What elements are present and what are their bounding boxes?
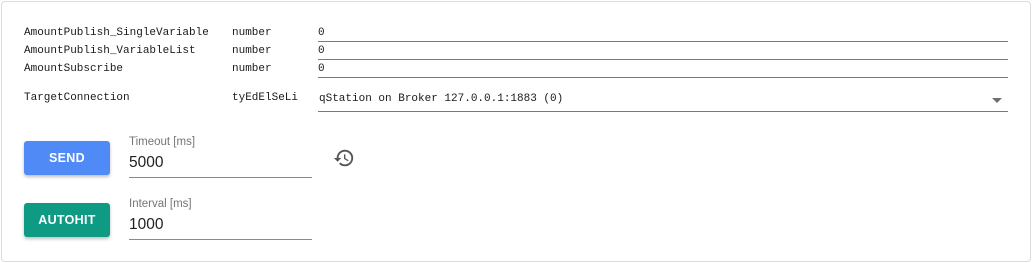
timeout-field[interactable]: Timeout [ms] 5000 xyxy=(129,136,312,178)
param-value-text: 0 xyxy=(318,45,325,57)
param-name: AmountPublish_SingleVariable xyxy=(24,27,209,39)
param-type: number xyxy=(232,63,272,75)
param-value-input[interactable]: 0 xyxy=(318,27,1008,42)
param-name: AmountSubscribe xyxy=(24,63,124,75)
timeout-input[interactable]: 5000 xyxy=(129,154,312,177)
dropdown-arrow-icon[interactable] xyxy=(992,98,1002,103)
param-value-text: 0 xyxy=(318,27,325,39)
interval-field[interactable]: Interval [ms] 1000 xyxy=(129,198,312,240)
param-value-input[interactable]: 0 xyxy=(318,63,1008,78)
param-value-input[interactable]: 0 xyxy=(318,45,1008,60)
timeout-label: Timeout [ms] xyxy=(129,136,196,148)
autohit-button[interactable]: AUTOHIT xyxy=(24,203,110,237)
send-button[interactable]: SEND xyxy=(24,141,110,175)
target-connection-value: qStation on Broker 127.0.0.1:1883 (0) xyxy=(319,93,564,105)
param-type: number xyxy=(232,45,272,57)
parameter-panel: AmountPublish_SingleVariable number 0 Am… xyxy=(1,1,1031,262)
param-type: number xyxy=(232,27,272,39)
target-connection-select[interactable]: qStation on Broker 127.0.0.1:1883 (0) xyxy=(318,90,1008,112)
interval-input[interactable]: 1000 xyxy=(129,216,312,239)
target-connection-type: tyEdElSeLi xyxy=(232,92,299,104)
target-connection-label: TargetConnection xyxy=(24,92,130,104)
history-icon[interactable] xyxy=(333,147,355,169)
interval-label: Interval [ms] xyxy=(129,198,192,210)
param-name: AmountPublish_VariableList xyxy=(24,45,196,57)
param-value-text: 0 xyxy=(318,63,325,75)
